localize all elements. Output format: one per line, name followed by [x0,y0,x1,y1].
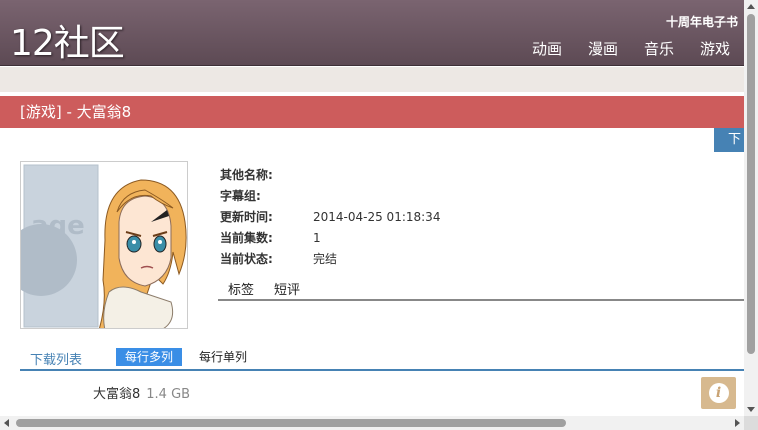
scroll-right-icon[interactable] [735,419,740,427]
download-tab[interactable]: 下 [714,128,744,152]
nav-item-manga[interactable]: 漫画 [588,38,618,59]
tagline-link[interactable]: 十周年电子书 [666,13,738,30]
item-name[interactable]: 大富翁8 [93,387,140,402]
site-header: 12社区 十周年电子书 动画 漫画 音乐 游戏 [0,0,744,66]
tab-reviews[interactable]: 短评 [264,280,310,299]
download-list-label[interactable]: 下载列表 [30,349,82,368]
scrollbar-corner [744,416,758,430]
meta-key: 其他名称: [220,168,273,182]
page-title: [游戏] - 大富翁8 [0,96,744,128]
nav-item-anime[interactable]: 动画 [532,38,562,59]
info-button[interactable]: i [701,377,736,409]
meta-row-status: 当前状态: 完结 [220,248,440,269]
meta-row-subgroup: 字幕组: [220,185,440,206]
meta-value: 1 [313,230,321,245]
main-nav: 动画 漫画 音乐 游戏 [532,38,730,59]
sub-bar [0,67,744,92]
download-list-header: 下载列表 每行多列 每行单列 [20,347,744,371]
meta-key: 当前集数: [220,231,273,245]
scroll-up-icon[interactable] [747,4,755,9]
list-item[interactable]: 大富翁8 1.4 GB [93,383,190,402]
meta-key: 当前状态: [220,252,273,266]
tab-tags[interactable]: 标签 [218,280,264,299]
info-icon: i [708,383,729,403]
vertical-scroll-thumb[interactable] [747,14,755,354]
cover-image: age [20,161,188,329]
horizontal-scrollbar[interactable] [0,416,744,430]
meta-info: 其他名称: 字幕组: 更新时间: 2014-04-25 01:18:34 当前集… [220,164,440,269]
scroll-left-icon[interactable] [4,419,9,427]
item-size: 1.4 GB [146,387,191,402]
cover-illustration: age [21,162,187,328]
meta-row-updated: 更新时间: 2014-04-25 01:18:34 [220,206,440,227]
nav-item-game[interactable]: 游戏 [700,38,730,59]
multi-column-button[interactable]: 每行多列 [116,348,183,366]
cover-placeholder-text: age [31,211,85,241]
detail-tabs: 标签 短评 [218,280,744,301]
single-column-button[interactable]: 每行单列 [199,348,247,366]
nav-item-music[interactable]: 音乐 [644,38,674,59]
meta-value: 2014-04-25 01:18:34 [313,209,441,224]
site-logo[interactable]: 12社区 [10,14,125,66]
meta-key: 字幕组: [220,189,261,203]
meta-row-alt-name: 其他名称: [220,164,440,185]
horizontal-scroll-thumb[interactable] [16,419,566,427]
meta-row-episodes: 当前集数: 1 [220,227,440,248]
vertical-scrollbar[interactable] [744,0,758,416]
scroll-down-icon[interactable] [747,407,755,412]
meta-key: 更新时间: [220,210,273,224]
meta-value: 完结 [313,252,338,266]
